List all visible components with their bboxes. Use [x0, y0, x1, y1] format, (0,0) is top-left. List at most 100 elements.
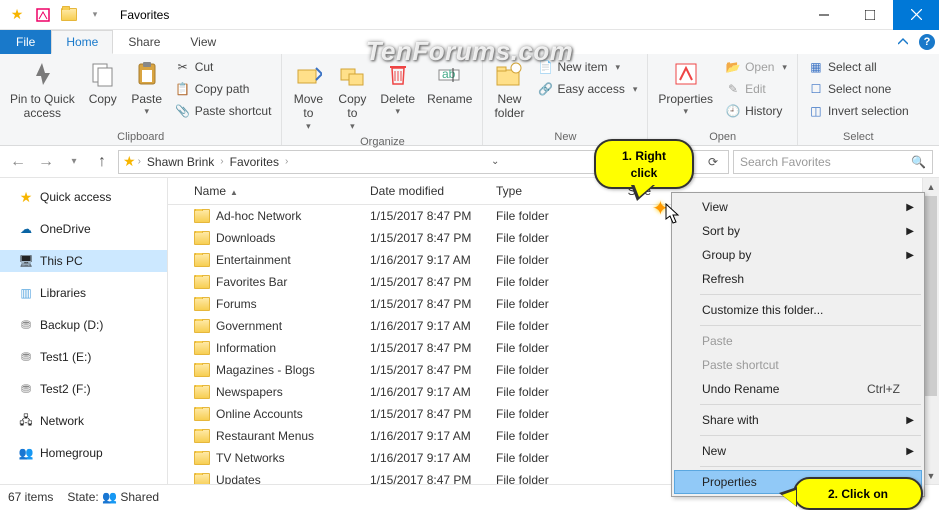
- tab-home[interactable]: Home: [51, 30, 113, 54]
- paste-shortcut-button[interactable]: 📎Paste shortcut: [169, 100, 278, 122]
- folder-icon: [194, 385, 210, 399]
- column-date[interactable]: Date modified: [362, 178, 488, 204]
- breadcrumb-seg-1[interactable]: Shawn Brink: [143, 155, 218, 169]
- sidebar-test1-drive[interactable]: ⛃Test1 (E:): [0, 346, 167, 368]
- ctx-paste-shortcut: Paste shortcut: [674, 353, 922, 377]
- column-name[interactable]: Name▲: [186, 178, 362, 204]
- edit-button[interactable]: ✎Edit: [719, 78, 793, 100]
- folder-icon: [194, 407, 210, 421]
- separator: [700, 435, 921, 436]
- chevron-right-icon[interactable]: ›: [138, 156, 141, 167]
- properties-button[interactable]: Properties▾: [652, 56, 719, 119]
- tab-share[interactable]: Share: [113, 30, 175, 54]
- rename-button[interactable]: ab Rename: [421, 56, 478, 108]
- sidebar-onedrive[interactable]: ☁OneDrive: [0, 218, 167, 240]
- ctx-group-by[interactable]: Group by▶: [674, 243, 922, 267]
- select-all-button[interactable]: ▦Select all: [802, 56, 915, 78]
- file-date: 1/16/2017 9:17 AM: [362, 319, 488, 333]
- group-organize-label: Organize: [286, 134, 478, 150]
- new-folder-button[interactable]: New folder: [487, 56, 531, 123]
- sidebar-this-pc[interactable]: 🖥This PC: [0, 250, 167, 272]
- qat-dropdown-icon[interactable]: ▾: [84, 4, 106, 26]
- ctx-refresh[interactable]: Refresh: [674, 267, 922, 291]
- sidebar-libraries[interactable]: ▥Libraries: [0, 282, 167, 304]
- maximize-button[interactable]: [847, 0, 893, 30]
- breadcrumb-seg-2[interactable]: Favorites: [226, 155, 283, 169]
- file-type: File folder: [488, 253, 590, 267]
- up-button[interactable]: ↑: [90, 150, 114, 174]
- move-to-button[interactable]: Move to▾: [286, 56, 330, 134]
- back-button[interactable]: ←: [6, 150, 30, 174]
- separator: [700, 294, 921, 295]
- folder-icon: [194, 231, 210, 245]
- cut-button[interactable]: ✂Cut: [169, 56, 278, 78]
- ctx-view[interactable]: View▶: [674, 195, 922, 219]
- qat-properties-icon[interactable]: [32, 4, 54, 26]
- pc-icon: 🖥: [18, 253, 34, 269]
- file-date: 1/15/2017 8:47 PM: [362, 209, 488, 223]
- ribbon-expand-icon[interactable]: [891, 30, 915, 54]
- invert-selection-button[interactable]: ◫Invert selection: [802, 100, 915, 122]
- ctx-undo-rename[interactable]: Undo RenameCtrl+Z: [674, 377, 922, 401]
- file-date: 1/16/2017 9:17 AM: [362, 429, 488, 443]
- sidebar-test2-drive[interactable]: ⛃Test2 (F:): [0, 378, 167, 400]
- window-title: Favorites: [112, 8, 801, 22]
- file-type: File folder: [488, 473, 590, 484]
- address-dropdown-icon[interactable]: ⌄: [485, 156, 505, 167]
- ctx-share-with[interactable]: Share with▶: [674, 408, 922, 432]
- ctx-sort-by[interactable]: Sort by▶: [674, 219, 922, 243]
- sidebar-network[interactable]: 🖧Network: [0, 410, 167, 432]
- paste-button[interactable]: Paste ▾: [125, 56, 169, 119]
- folder-icon: [194, 253, 210, 267]
- recent-locations-button[interactable]: ▾: [62, 150, 86, 174]
- folder-icon: [194, 473, 210, 484]
- sidebar-backup-drive[interactable]: ⛃Backup (D:): [0, 314, 167, 336]
- refresh-button[interactable]: ⟳: [702, 155, 724, 169]
- drive-icon: ⛃: [18, 381, 34, 397]
- search-icon[interactable]: 🔍: [911, 155, 926, 169]
- minimize-button[interactable]: [801, 0, 847, 30]
- select-none-button[interactable]: ☐Select none: [802, 78, 915, 100]
- pin-label: Pin to Quick access: [10, 92, 75, 121]
- copy-path-button[interactable]: 📋Copy path: [169, 78, 278, 100]
- folder-icon: [194, 363, 210, 377]
- chevron-right-icon[interactable]: ›: [285, 156, 288, 167]
- new-item-button[interactable]: 📄New item▾: [531, 56, 643, 78]
- chevron-right-icon[interactable]: ›: [220, 156, 223, 167]
- copy-to-button[interactable]: Copy to▾: [330, 56, 374, 134]
- open-button[interactable]: 📂Open▾: [719, 56, 793, 78]
- copy-button[interactable]: Copy: [81, 56, 125, 108]
- separator: [700, 404, 921, 405]
- forward-button[interactable]: →: [34, 150, 58, 174]
- separator: [700, 466, 921, 467]
- tab-view[interactable]: View: [175, 30, 231, 54]
- sidebar-quick-access[interactable]: ★Quick access: [0, 186, 167, 208]
- sort-asc-icon: ▲: [230, 188, 238, 197]
- file-date: 1/15/2017 8:47 PM: [362, 231, 488, 245]
- help-button[interactable]: ?: [915, 30, 939, 54]
- file-name: TV Networks: [216, 451, 285, 465]
- file-type: File folder: [488, 231, 590, 245]
- annotation-step-1: 1. Right click: [594, 139, 694, 189]
- ctx-new[interactable]: New▶: [674, 439, 922, 463]
- file-name: Restaurant Menus: [216, 429, 314, 443]
- chevron-right-icon: ▶: [906, 226, 914, 237]
- pin-to-quick-access-button[interactable]: Pin to Quick access: [4, 56, 81, 123]
- scroll-up-icon[interactable]: ▲: [923, 178, 939, 195]
- scroll-thumb[interactable]: [925, 196, 937, 396]
- file-name: Ad-hoc Network: [216, 209, 301, 223]
- close-button[interactable]: [893, 0, 939, 30]
- column-type[interactable]: Type: [488, 178, 590, 204]
- ctx-customize-folder[interactable]: Customize this folder...: [674, 298, 922, 322]
- scroll-down-icon[interactable]: ▼: [923, 467, 939, 484]
- delete-button[interactable]: Delete▾: [374, 56, 421, 119]
- easy-access-button[interactable]: 🔗Easy access▾: [531, 78, 643, 100]
- history-button[interactable]: 🕘History: [719, 100, 793, 122]
- file-type: File folder: [488, 297, 590, 311]
- tab-file[interactable]: File: [0, 30, 51, 54]
- navigation-pane: ★Quick access ☁OneDrive 🖥This PC ▥Librar…: [0, 178, 168, 484]
- file-name: Favorites Bar: [216, 275, 287, 289]
- search-input[interactable]: Search Favorites 🔍: [733, 150, 933, 174]
- qat-folder-icon[interactable]: [58, 4, 80, 26]
- sidebar-homegroup[interactable]: 👥Homegroup: [0, 442, 167, 464]
